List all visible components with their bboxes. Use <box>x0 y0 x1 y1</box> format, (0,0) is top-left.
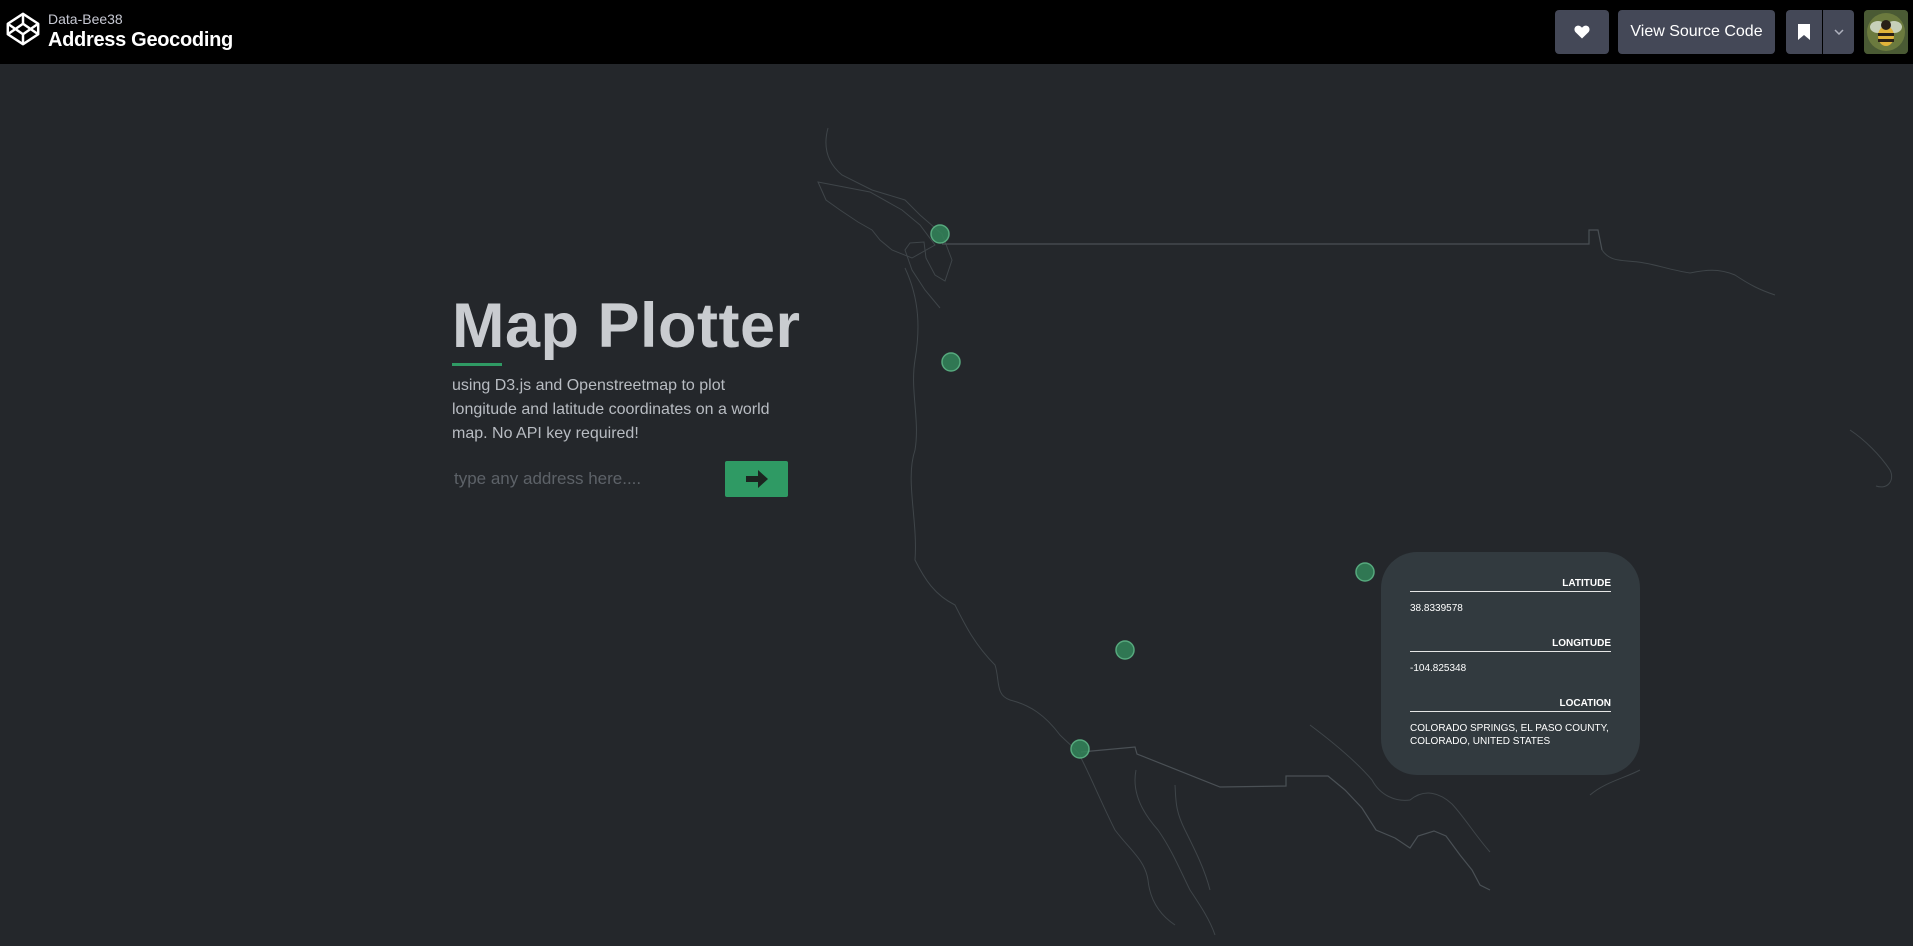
heart-icon <box>1574 25 1590 39</box>
codepen-logo-icon[interactable] <box>4 10 42 48</box>
bookmark-icon <box>1798 24 1810 40</box>
bookmark-dropdown-button[interactable] <box>1823 10 1854 54</box>
title-underline <box>452 363 502 366</box>
view-source-button[interactable]: View Source Code <box>1618 10 1775 54</box>
world-map[interactable] <box>0 64 1913 946</box>
latitude-value: 38.8339578 <box>1410 603 1463 614</box>
marker-arizona <box>1115 640 1135 660</box>
marker-seattle <box>930 224 950 244</box>
map-coastlines <box>817 127 1893 936</box>
top-bar: Data-Bee38 Address Geocoding View Source… <box>0 0 1913 64</box>
marker-colorado-springs <box>1355 562 1375 582</box>
pen-title: Address Geocoding <box>48 29 233 51</box>
address-input[interactable] <box>452 464 714 494</box>
bookmark-button[interactable] <box>1786 10 1822 54</box>
love-button[interactable] <box>1555 10 1609 54</box>
user-avatar[interactable] <box>1864 10 1908 54</box>
marker-oregon <box>941 352 961 372</box>
location-label: LOCATION <box>1410 698 1611 712</box>
longitude-value: -104.825348 <box>1410 663 1467 674</box>
submit-address-button[interactable] <box>725 461 788 497</box>
chevron-down-icon <box>1833 29 1844 35</box>
border-us-canada <box>942 229 1603 251</box>
location-value: COLORADO SPRINGS, EL PASO COUNTY, COLORA… <box>1410 723 1609 747</box>
hero-description: using D3.js and Openstreetmap to plot lo… <box>452 377 770 442</box>
arrow-right-icon <box>745 470 768 488</box>
latitude-label: LATITUDE <box>1410 578 1611 592</box>
location-info-card: LATITUDE 38.8339578 LONGITUDE -104.82534… <box>1381 552 1640 775</box>
hero-title: Map Plotter <box>452 291 801 361</box>
bee-avatar-icon <box>1864 10 1908 54</box>
marker-san-diego <box>1070 739 1090 759</box>
longitude-label: LONGITUDE <box>1410 638 1611 652</box>
pen-owner-link[interactable]: Data-Bee38 <box>48 11 123 27</box>
